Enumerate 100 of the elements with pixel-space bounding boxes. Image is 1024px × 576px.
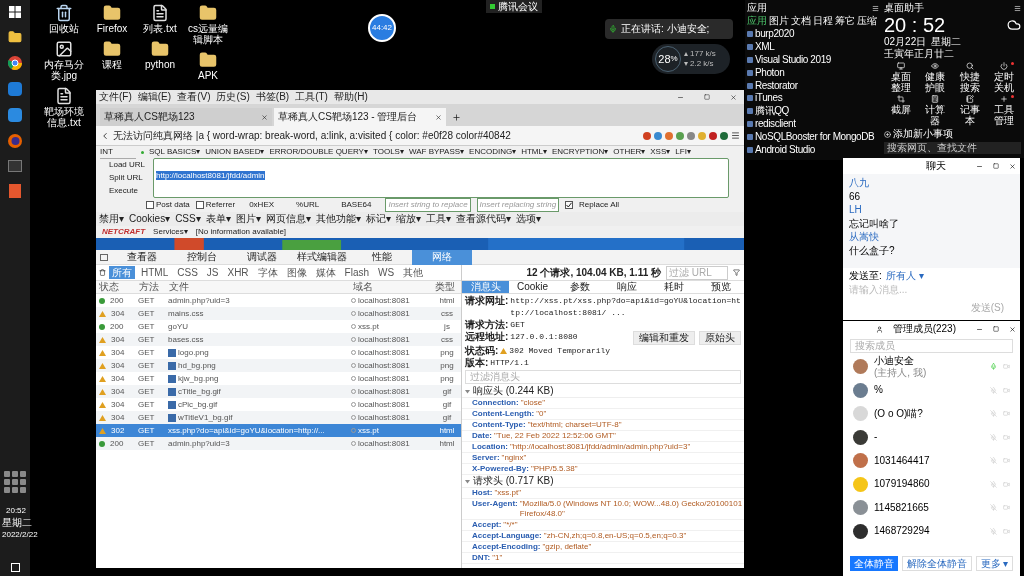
request-row[interactable]: 200 GET admin.php?uid=3 localhost:8081 html — [96, 437, 461, 450]
section-title[interactable]: 响应头 (0.244 KB) — [473, 385, 554, 397]
filter-button[interactable]: WS — [375, 266, 398, 279]
member-action-button[interactable]: 全体静音 — [849, 556, 898, 571]
detail-tab[interactable]: Cookie — [509, 281, 556, 293]
recipient-select[interactable]: 所有人 ▾ — [885, 270, 924, 282]
filter-button[interactable]: Flash — [341, 266, 373, 279]
tool-shortcut[interactable]: 快捷搜索 — [952, 62, 987, 93]
toolbar-menu[interactable]: Cookies▾ — [129, 213, 171, 225]
services-menu[interactable]: Services▾ — [153, 226, 188, 238]
tool-shortcut[interactable]: 截屏 — [884, 95, 919, 126]
menu-item[interactable]: 工具(T) — [295, 91, 328, 103]
hackbar-menu[interactable]: UNION BASED▾ — [205, 146, 265, 158]
injection-type-select[interactable]: INT — [100, 145, 136, 159]
detail-tab[interactable]: 预览 — [697, 281, 744, 293]
encode-control[interactable]: %URL — [288, 199, 328, 211]
column-header[interactable]: 类型 — [432, 281, 462, 293]
detail-button[interactable]: 编辑和重发 — [633, 331, 695, 345]
desktop-icon-label[interactable]: APK — [198, 70, 218, 81]
desktop-icon-label[interactable]: 列表.txt — [143, 23, 177, 34]
category-tab[interactable]: 应用 — [747, 15, 767, 27]
app-name[interactable]: Restorator — [755, 79, 798, 92]
devtools-tab[interactable]: 控制台 — [172, 249, 232, 265]
filter-button[interactable]: 其他 — [400, 266, 427, 279]
encode-control[interactable]: 0xHEX — [241, 199, 283, 211]
menu-item[interactable]: 书签(B) — [255, 91, 290, 103]
column-header[interactable]: 文件 — [166, 281, 350, 293]
hackbar-action[interactable]: Load URL — [99, 158, 147, 171]
hackbar-menu[interactable]: TOOLS▾ — [372, 146, 404, 158]
detail-tab[interactable]: 响应 — [603, 281, 650, 293]
desktop-icon-label[interactable]: python — [145, 59, 175, 70]
search-field[interactable]: 搜索网页、查找文件 — [884, 142, 1021, 154]
filter-button[interactable]: 字体 — [254, 266, 281, 279]
request-row[interactable]: 304 GET wTitleV1_bg.gif localhost:8081 gif — [96, 411, 461, 424]
app-name[interactable]: Visual Studio 2019 — [755, 54, 831, 66]
devtools-tab[interactable]: 性能 — [352, 249, 412, 265]
tool-shortcut[interactable]: 健康护眼 — [918, 62, 953, 93]
todo-link[interactable]: 添加新小事项 — [893, 128, 953, 140]
tool-shortcut[interactable]: 定时关机 — [986, 62, 1021, 93]
app-name[interactable]: XML — [755, 41, 775, 54]
member-action-button[interactable]: 解除全体静音 — [901, 556, 972, 571]
hackbar-menu[interactable]: ERROR/DOUBLE QUERY▾ — [269, 146, 368, 158]
menu-item[interactable]: 查看(V) — [177, 91, 211, 103]
request-row[interactable]: 304 GET cPic_bg.gif localhost:8081 gif — [96, 398, 461, 411]
filter-button[interactable]: 媒体 — [312, 266, 339, 279]
hackbar-menu[interactable]: HTML▾ — [521, 146, 547, 158]
column-header[interactable]: 状态 — [96, 281, 136, 293]
encode-control[interactable]: BASE64 — [333, 199, 380, 211]
tool-shortcut[interactable]: 工具管理 — [986, 95, 1021, 126]
menu-item[interactable]: 历史(S) — [216, 91, 250, 103]
menu-item[interactable]: 帮助(H) — [333, 91, 368, 103]
devtools-tab[interactable]: 调试器 — [232, 249, 292, 265]
toolbar-menu[interactable]: 禁用▾ — [99, 213, 124, 225]
app-name[interactable]: redisclient — [755, 117, 796, 130]
url-field[interactable]: http://localhost8081/jfdd/admin — [153, 158, 729, 198]
filter-button[interactable]: CSS — [174, 266, 201, 279]
filter-button[interactable]: 图像 — [283, 266, 310, 279]
hackbar-menu[interactable]: SQL BASICS▾ — [149, 146, 201, 158]
app-name[interactable]: Photon — [755, 66, 785, 79]
hackbar-action[interactable]: Split URL — [99, 172, 147, 184]
toolbar-menu[interactable]: 查看源代码▾ — [455, 213, 511, 225]
request-row[interactable]: 304 GET bases.css localhost:8081 css — [96, 333, 461, 346]
desktop-icon-label[interactable]: Firefox — [96, 23, 128, 34]
request-row[interactable]: 200 GET admin.php?uid=3 localhost:8081 html — [96, 294, 461, 307]
filter-button[interactable]: JS — [203, 266, 222, 279]
desktop-icon-label[interactable]: 课程 — [102, 59, 122, 70]
browser-tab[interactable]: 草稀真人CS靶场123 - 管理后台 — [274, 108, 446, 126]
category-tab[interactable]: 筹它 — [835, 15, 855, 27]
toolbar-menu[interactable]: 网页信息▾ — [265, 213, 311, 225]
hackbar-menu[interactable]: ENCODING▾ — [469, 146, 517, 158]
devtools-tab[interactable]: 样式编辑器 — [292, 249, 352, 265]
desktop-icon-label[interactable]: 回收站 — [49, 23, 79, 34]
hackbar-menu[interactable]: XSS▾ — [650, 146, 671, 158]
app-name[interactable]: burp2020 — [755, 28, 795, 41]
hackbar-menu[interactable]: ENCRYPTION▾ — [551, 146, 609, 158]
toolbar-menu[interactable]: 缩放▾ — [395, 213, 421, 225]
request-row[interactable]: 304 GET logo.png localhost:8081 png — [96, 346, 461, 359]
desktop-icon-label[interactable]: 靶场环境信息.txt — [40, 106, 88, 128]
section-title[interactable]: 请求头 (0.717 KB) — [473, 475, 554, 487]
app-name[interactable]: Android Studio — [755, 143, 815, 156]
category-tab[interactable]: 压缩 — [857, 15, 877, 27]
toolbar-menu[interactable]: 选项▾ — [515, 213, 541, 225]
hackbar-action[interactable]: Execute — [99, 185, 147, 198]
request-row[interactable]: 304 GET hd_bg.png localhost:8081 png — [96, 359, 461, 372]
toolbar-menu[interactable]: 表单▾ — [205, 213, 231, 225]
tool-shortcut[interactable]: 计算器 — [918, 95, 953, 126]
hackbar-menu[interactable]: OTHER▾ — [613, 146, 646, 158]
request-row[interactable]: 304 GET kjw_bg.png localhost:8081 png — [96, 372, 461, 385]
browser-tab[interactable]: 草稀真人CS靶场123 — [100, 108, 272, 126]
toolbar-menu[interactable]: 其他功能▾ — [315, 213, 361, 225]
detail-tab[interactable]: 参数 — [556, 281, 603, 293]
filter-button[interactable]: XHR — [224, 266, 252, 279]
hackbar-menu[interactable]: WAF BYPASS▾ — [408, 146, 465, 158]
devtools-tab[interactable]: 查看器 — [112, 249, 172, 265]
menu-item[interactable]: 文件(F) — [99, 91, 132, 103]
detail-button[interactable]: 原始头 — [699, 331, 741, 345]
tool-shortcut[interactable]: 桌面整理 — [884, 62, 919, 93]
category-tab[interactable]: 图片 — [769, 15, 789, 27]
app-name[interactable]: 腾讯QQ — [755, 105, 789, 118]
app-name[interactable]: NoSQLBooster for MongoDB — [755, 130, 875, 143]
